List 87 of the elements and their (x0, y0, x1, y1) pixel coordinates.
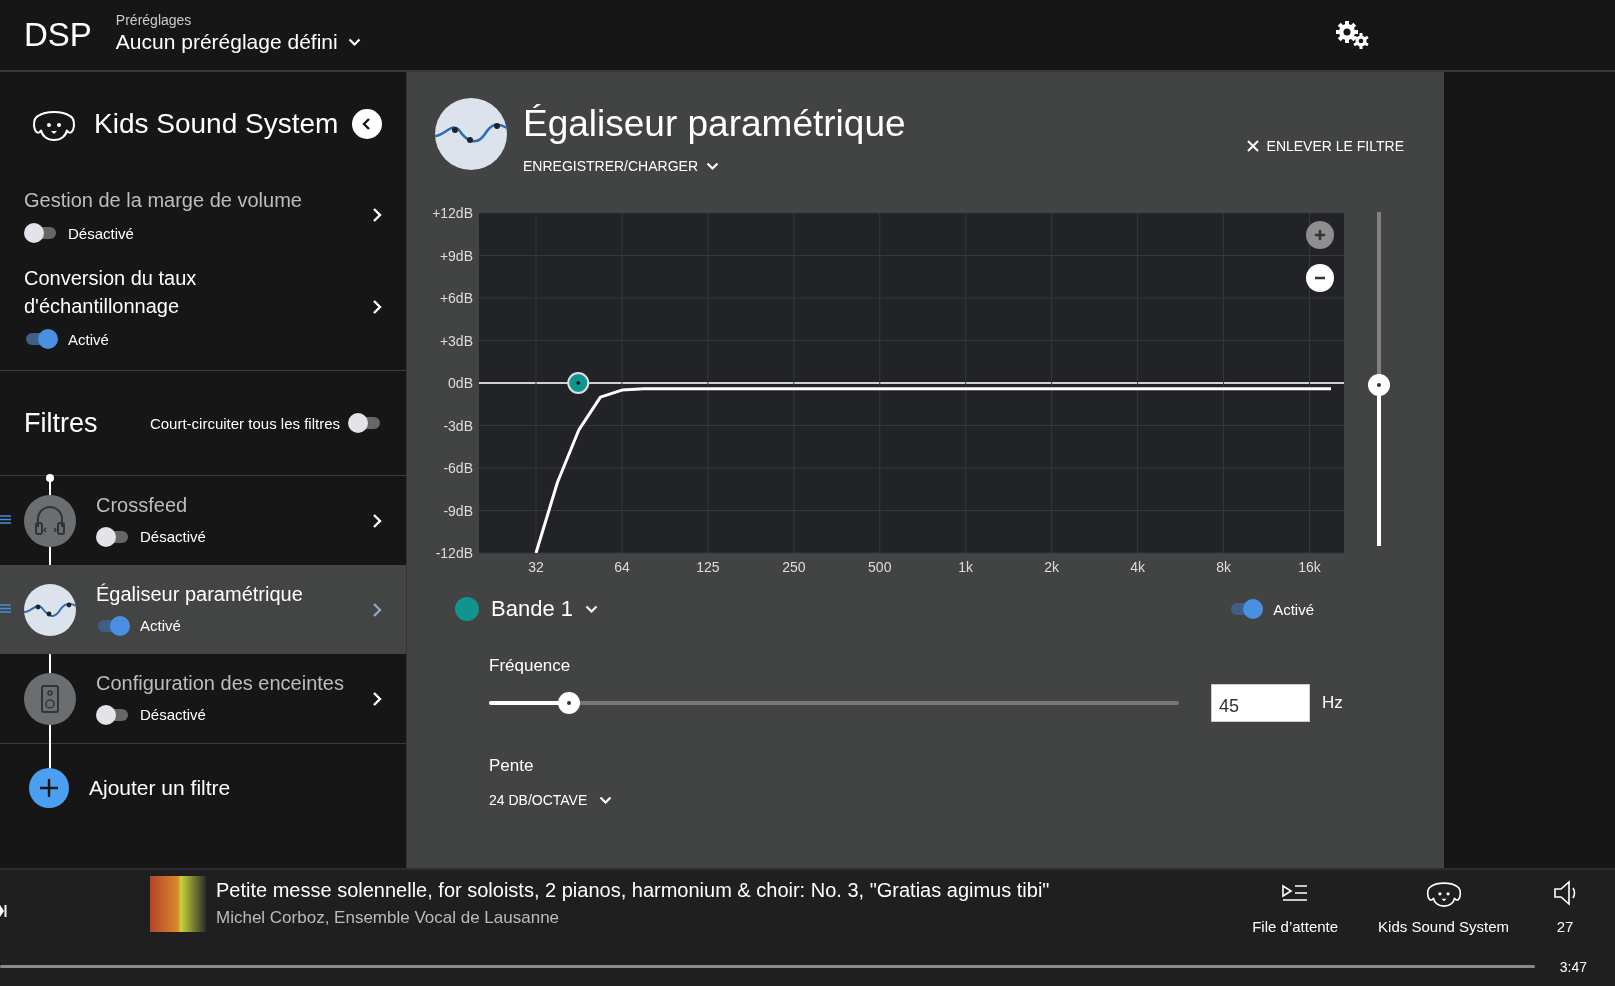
toggle-switch[interactable] (24, 328, 58, 350)
chevron-right-icon (372, 512, 382, 529)
volume-button[interactable]: 27 (1547, 876, 1583, 935)
slope-dropdown[interactable]: 24 DB/OCTAVE (489, 792, 1404, 808)
x-axis-label: 8k (1216, 559, 1231, 575)
filter-item[interactable]: Égaliseur paramétrique Activé (0, 565, 406, 654)
add-filter-button[interactable] (29, 768, 69, 808)
x-axis-label: 16k (1298, 559, 1321, 575)
status-label: Activé (1273, 600, 1314, 618)
zoom-out-button[interactable] (1306, 264, 1334, 292)
x-axis-label: 1k (958, 559, 974, 575)
caret-icon (599, 795, 613, 805)
status-label: Désactivé (140, 528, 206, 545)
unit-label: Hz (1322, 693, 1343, 713)
x-axis-label: 32 (528, 559, 544, 575)
status-label: Activé (68, 330, 109, 348)
caret-icon (706, 161, 720, 171)
track-title: Petite messe solennelle, for soloists, 2 pianos, harmonium & choir: No. 3, "Gratias agimus tibi" (216, 879, 1050, 902)
panel-title: Égaliseur paramétrique (523, 102, 906, 146)
headphones-icon (24, 494, 76, 547)
toggle-switch[interactable] (348, 412, 382, 434)
timeline-dot (46, 474, 54, 482)
presets-label: Préréglages (115, 12, 193, 28)
frequency-input[interactable]: 45 (1211, 684, 1310, 722)
track-artist: Michel Corboz, Ensemble Vocal de Lausanne (216, 908, 561, 928)
toggle-switch[interactable] (24, 222, 58, 244)
y-axis-label: 0dB (448, 375, 473, 391)
preset-dropdown[interactable]: Aucun préréglage défini (115, 30, 361, 54)
remove-filter-button[interactable]: ENLEVER LE FILTRE (1246, 138, 1404, 154)
slope-label: Pente (489, 756, 535, 776)
x-axis-label: 125 (696, 559, 720, 575)
settings-icon[interactable] (1335, 20, 1369, 50)
filter-item[interactable]: Crossfeed Désactivé (0, 476, 406, 565)
x-axis-label: 64 (614, 559, 630, 575)
equalizer-icon (435, 98, 507, 170)
y-axis-label: +9dB (439, 247, 473, 264)
y-axis-label: +3dB (439, 332, 473, 349)
caret-icon (584, 604, 598, 614)
band-dropdown[interactable]: Bande 1 (491, 596, 598, 622)
frequency-slider[interactable] (489, 692, 1179, 714)
toggle-switch[interactable] (96, 703, 130, 726)
device-button[interactable]: Kids Sound System (1378, 876, 1509, 935)
toggle-switch[interactable] (1229, 598, 1264, 620)
app-title: DSP (24, 16, 92, 54)
x-axis-label: 4k (1130, 559, 1145, 575)
chevron-right-icon (372, 299, 382, 315)
x-axis-label: 2k (1044, 559, 1060, 575)
y-axis-label: -9dB (443, 502, 473, 519)
section-title: Filtres (24, 407, 99, 439)
toggle-switch[interactable] (96, 525, 130, 548)
frequency-label: Fréquence (489, 656, 572, 676)
track-time: 3:47 (1559, 959, 1587, 975)
add-filter-label[interactable]: Ajouter un filtre (89, 776, 231, 800)
drag-handle-icon[interactable] (0, 604, 11, 613)
queue-button[interactable]: File d’attente (1252, 876, 1339, 935)
y-axis-label: -3dB (443, 417, 473, 434)
collapse-button[interactable] (352, 109, 382, 139)
skip-icon[interactable] (0, 904, 7, 918)
status-label: Activé (140, 617, 181, 634)
toggle-switch[interactable] (96, 614, 130, 637)
drag-handle-icon[interactable] (0, 515, 11, 524)
album-art-placeholder (150, 876, 206, 932)
status-label: Désactivé (68, 224, 134, 242)
status-label: Désactivé (140, 706, 206, 723)
save-load-dropdown[interactable]: ENREGISTRER/CHARGER (523, 158, 906, 174)
y-axis-label: +12dB (432, 206, 473, 221)
chevron-right-icon (372, 690, 382, 707)
chevron-right-icon (372, 601, 382, 618)
y-axis-label: +6dB (439, 290, 473, 306)
x-axis-label: 250 (782, 559, 806, 575)
chevron-right-icon (372, 207, 382, 223)
caret-icon (347, 37, 361, 47)
settings-item[interactable]: Conversion du taux d'échantillonnage Activé (0, 254, 406, 360)
device-name: Kids Sound System (94, 108, 340, 140)
filter-item[interactable]: Configuration des enceintes Désactivé (0, 654, 406, 743)
settings-item[interactable]: Gestion de la marge de volume Désactivé (0, 176, 406, 254)
close-icon (1246, 140, 1259, 152)
chevron-left-icon (362, 118, 372, 130)
zoom-in-button[interactable] (1306, 221, 1334, 249)
y-axis-label: -6dB (443, 460, 473, 476)
plus-icon (39, 778, 59, 798)
band-handle[interactable] (567, 372, 590, 394)
y-axis-label: -12dB (435, 545, 473, 561)
equalizer-icon (24, 583, 76, 636)
bypass-label: Court-circuiter tous les filtres (149, 414, 340, 432)
speaker-icon (24, 672, 76, 725)
x-axis-label: 500 (868, 559, 892, 575)
